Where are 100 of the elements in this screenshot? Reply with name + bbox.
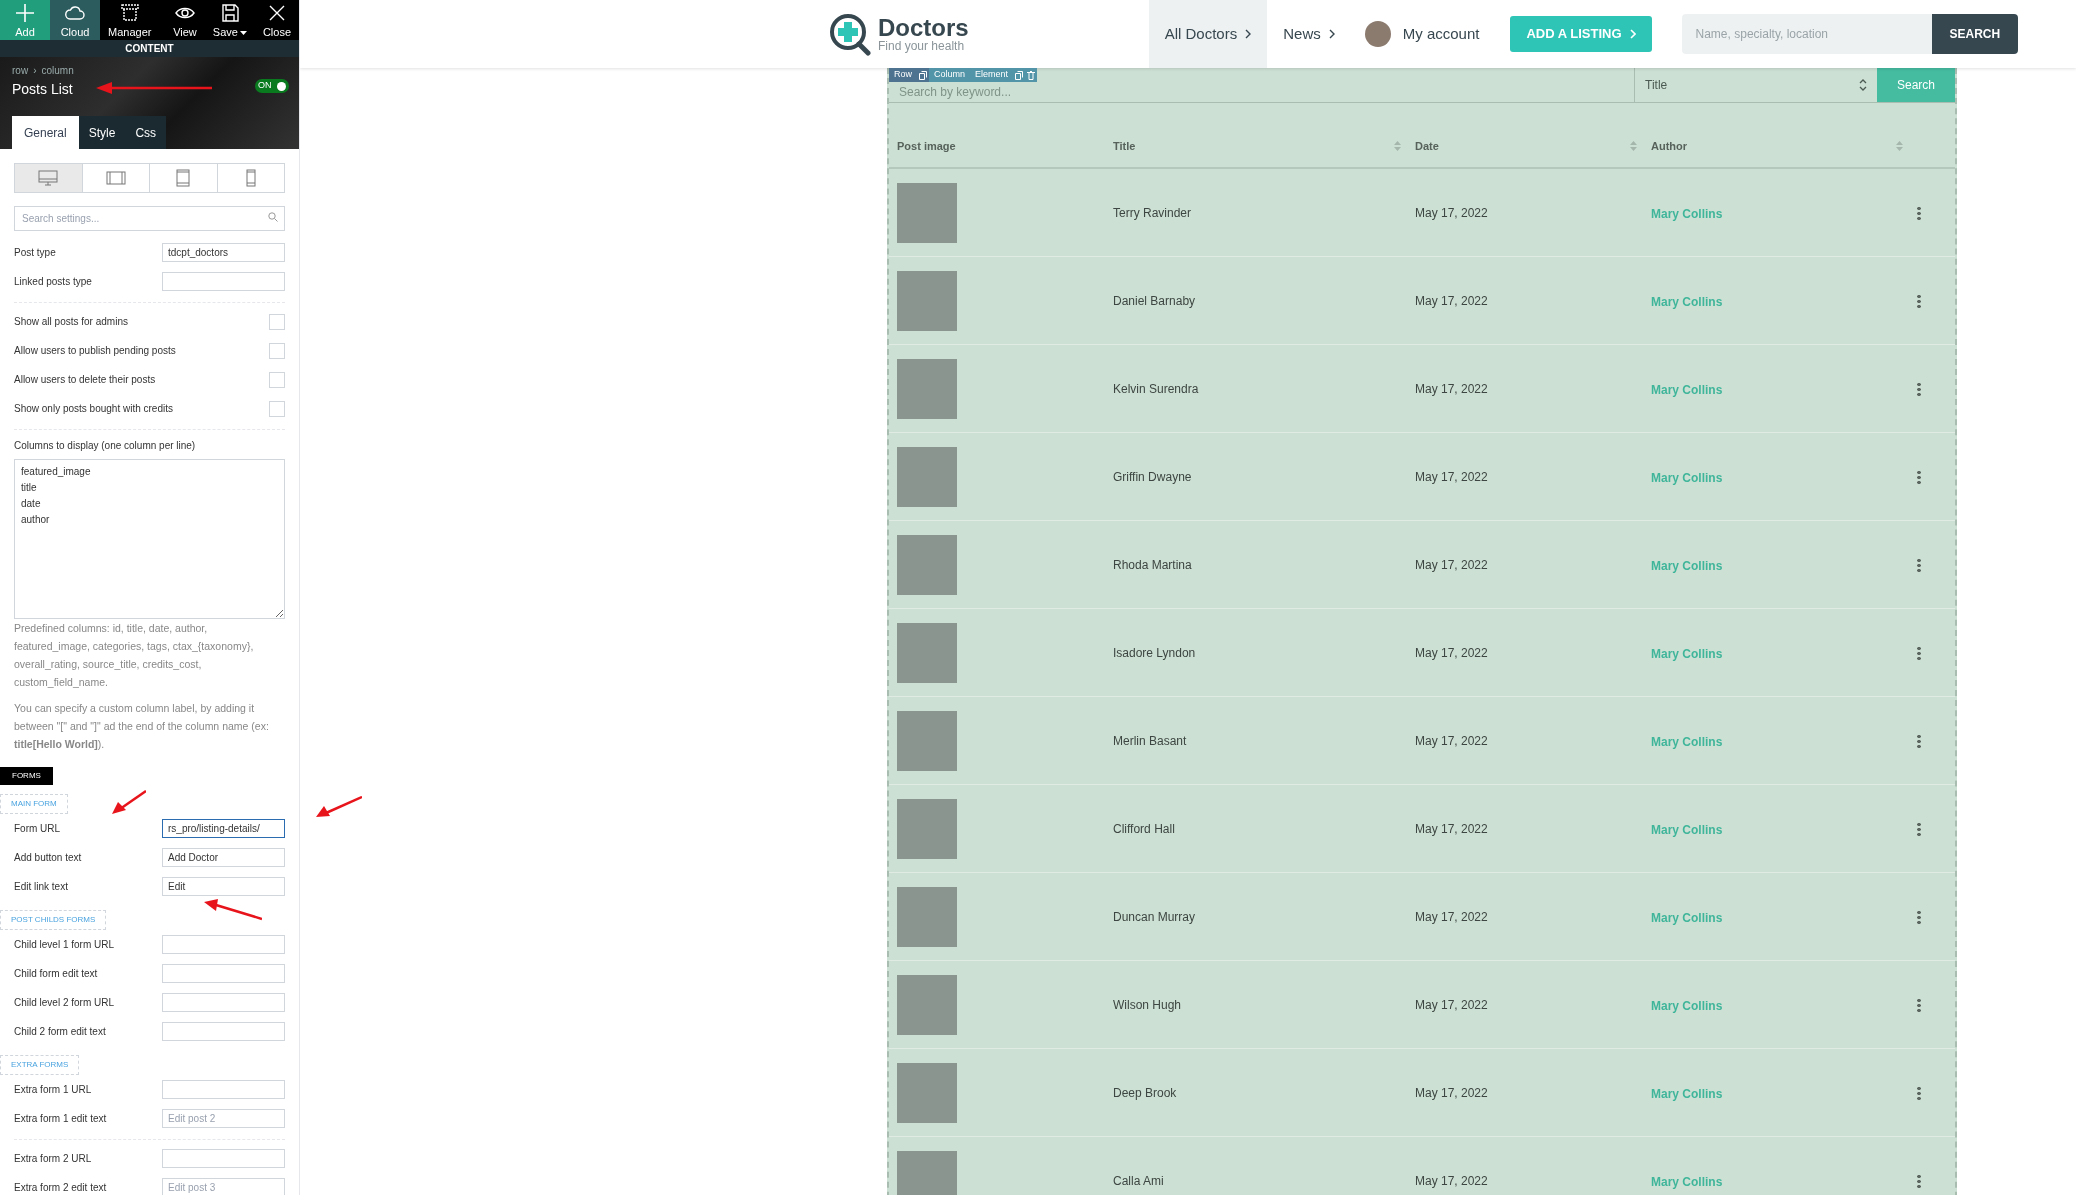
field-label: Columns to display (one column per line) [14, 439, 197, 453]
table-cell-text: Deep Brook [1113, 1084, 1178, 1102]
table-cell-text: Daniel Barnaby [1113, 292, 1197, 310]
element-title: Posts List [12, 80, 73, 99]
field-label: Extra form 2 URL [14, 1152, 92, 1166]
editor-tab[interactable]: Element [970, 68, 1014, 82]
panel-tab[interactable]: Style [78, 116, 126, 149]
text-field[interactable] [162, 1080, 285, 1099]
field-label: Extra form 1 edit text [14, 1112, 107, 1126]
table-cell-text: Duncan Murray [1113, 908, 1197, 926]
text-field[interactable] [162, 935, 285, 954]
logo-text: Doctors [878, 16, 969, 40]
more-options-icon[interactable] [1917, 1085, 1921, 1100]
more-options-icon[interactable] [1917, 821, 1921, 836]
more-options-icon[interactable] [1917, 557, 1921, 572]
field-label: Edit link text [14, 880, 68, 894]
more-options-icon[interactable] [1917, 645, 1921, 660]
device-button[interactable] [15, 164, 82, 192]
checkbox[interactable] [269, 371, 285, 388]
field-label: Post type [14, 246, 56, 260]
tablet-landscape-icon [105, 171, 126, 185]
breadcrumb-item[interactable]: column [41, 63, 74, 78]
section-header: CONTENT [0, 40, 299, 57]
photo-placeholder [897, 798, 957, 859]
table-cell-text: Rhoda Martina [1113, 556, 1193, 574]
table-cell-text: Terry Ravinder [1113, 204, 1193, 222]
photo-placeholder [897, 446, 957, 507]
checkbox[interactable] [269, 313, 285, 330]
table-cell-text: May 17, 2022 [1415, 820, 1489, 838]
more-options-icon[interactable] [1917, 381, 1921, 396]
avatar [1364, 21, 1391, 47]
more-options-icon[interactable] [1917, 997, 1921, 1012]
text-field[interactable] [162, 964, 285, 983]
toggle-switch[interactable]: ON [255, 79, 289, 93]
nav-link[interactable]: News [1267, 0, 1351, 68]
sort-icon [1394, 141, 1401, 151]
checkbox-label: Show all posts for admins [14, 315, 128, 329]
field-label: Extra form 1 URL [14, 1083, 92, 1097]
checkbox-label: Show only posts bought with credits [14, 402, 173, 416]
chevron-right-icon [1629, 29, 1636, 39]
nav-link[interactable]: All Doctors [1148, 0, 1268, 68]
more-options-icon[interactable] [1917, 469, 1921, 484]
more-options-icon[interactable] [1917, 293, 1921, 308]
text-field[interactable]: Add Doctor [162, 848, 285, 867]
table-cell-text: May 17, 2022 [1415, 908, 1489, 926]
textarea-field[interactable]: featured_image title date author [14, 459, 285, 619]
toolbar-button[interactable]: Add [0, 0, 50, 40]
checkbox[interactable] [269, 400, 285, 417]
more-options-icon[interactable] [1917, 1173, 1921, 1188]
text-field[interactable]: rs_pro/listing-details/ [162, 819, 285, 838]
text-field[interactable]: Edit [162, 877, 285, 896]
table-cell-text: Calla Ami [1113, 1172, 1165, 1190]
text-field[interactable] [162, 1149, 285, 1168]
photo-placeholder [897, 358, 957, 419]
text-field[interactable] [162, 1022, 285, 1041]
text-field[interactable]: tdcpt_doctors [162, 243, 285, 262]
more-options-icon[interactable] [1917, 909, 1921, 924]
trash-icon [1027, 70, 1036, 80]
text-field[interactable] [162, 272, 285, 291]
copy-icon [1015, 70, 1024, 80]
photo-placeholder [897, 534, 957, 595]
text-field[interactable]: Edit post 3 [162, 1178, 285, 1195]
photo-placeholder [897, 1150, 957, 1195]
text-field[interactable] [162, 993, 285, 1012]
more-options-icon[interactable] [1917, 733, 1921, 748]
checkbox-label: Allow users to delete their posts [14, 373, 156, 387]
table-cell-text: May 17, 2022 [1415, 1084, 1489, 1102]
panel-tab[interactable]: General [12, 116, 79, 149]
column-header[interactable]: Author [1651, 137, 1903, 155]
column-header[interactable]: Date [1415, 137, 1637, 155]
more-options-icon[interactable] [1917, 205, 1921, 220]
chevron-right-icon [1245, 29, 1252, 39]
field-label: Extra form 2 edit text [14, 1181, 107, 1195]
search-field[interactable]: Search settings... [14, 206, 285, 231]
column-header[interactable]: Title [1113, 137, 1401, 155]
text-field[interactable]: Edit post 2 [162, 1109, 285, 1128]
table-cell-text: May 17, 2022 [1415, 996, 1489, 1014]
monitor-icon [38, 170, 59, 186]
photo-placeholder [897, 974, 957, 1035]
photo-placeholder [897, 886, 957, 947]
panel-tab[interactable]: Css [125, 116, 167, 149]
help-text: You can specify a custom column label, by adding it between "[" and "]" ad the end of the column name (ex: title[Hello World]). [14, 701, 270, 752]
table-cell-text: May 17, 2022 [1415, 380, 1489, 398]
editor-tab[interactable]: Column [929, 68, 971, 82]
table-cell-text: Clifford Hall [1113, 820, 1176, 838]
photo-placeholder [897, 1062, 957, 1123]
group-label: POST CHILDS FORMS [0, 910, 107, 930]
photo-placeholder [897, 710, 957, 771]
toolbar-button[interactable]: Cloud [50, 0, 100, 40]
table-cell-text: Wilson Hugh [1113, 996, 1183, 1014]
checkbox[interactable] [269, 342, 285, 359]
chevron-right-icon [1328, 29, 1335, 39]
table-cell-text: May 17, 2022 [1415, 468, 1489, 486]
search-button[interactable]: SEARCH [1931, 14, 2019, 54]
tablet-icon [176, 169, 191, 187]
table-cell-text: Merlin Basant [1113, 732, 1188, 750]
search-field[interactable]: Name, specialty, location [1681, 14, 1932, 54]
account-link[interactable]: My account [1364, 21, 1480, 47]
table-cell-text: May 17, 2022 [1415, 644, 1489, 662]
breadcrumb-item[interactable]: row [12, 63, 29, 78]
